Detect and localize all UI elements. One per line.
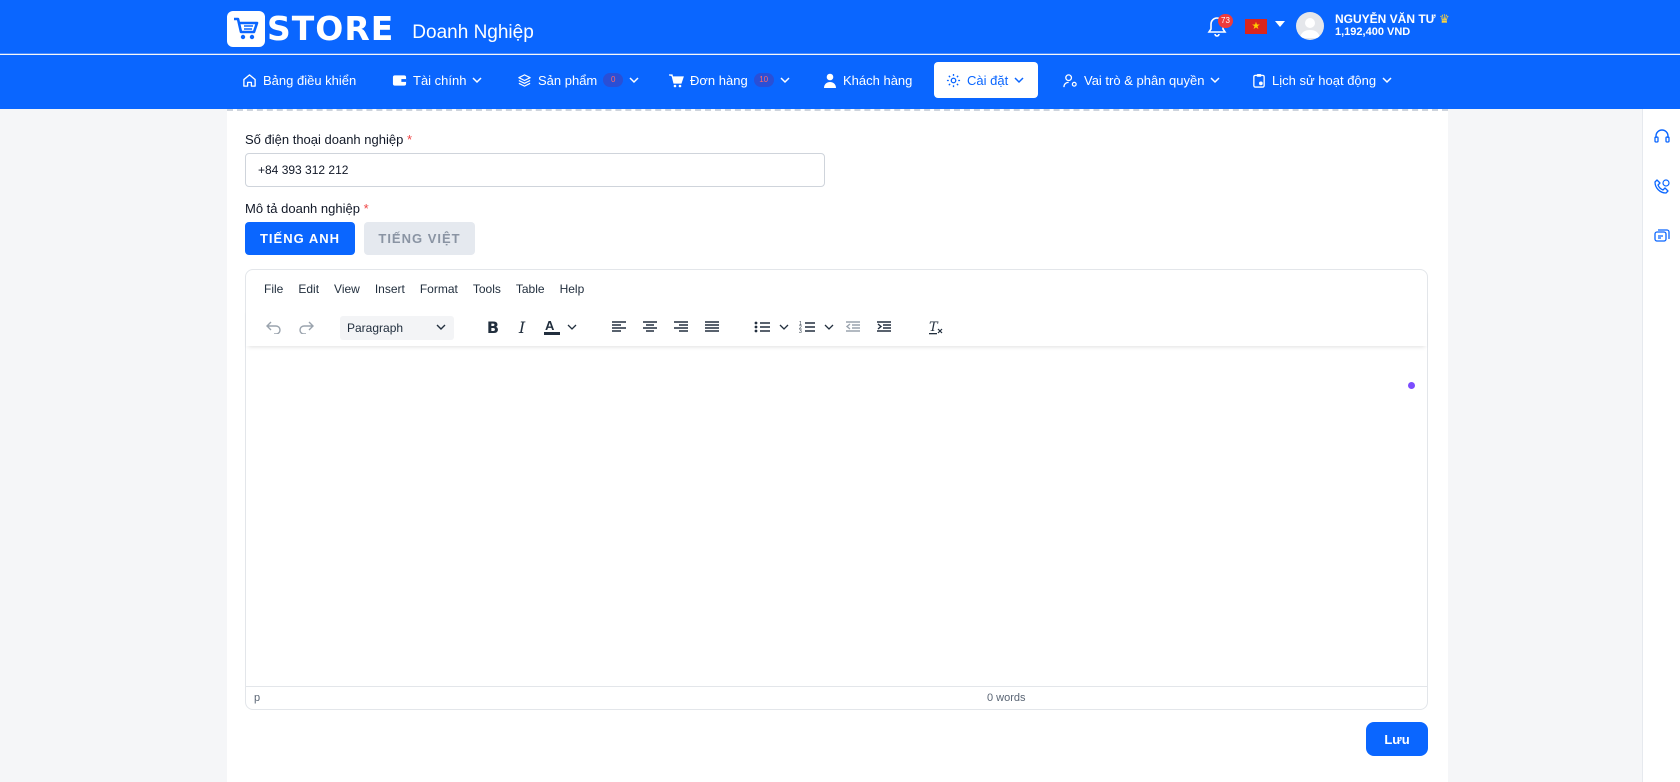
- chevron-down-icon: [1210, 76, 1220, 83]
- wallet-icon: [392, 75, 407, 86]
- svg-text:A: A: [545, 318, 555, 333]
- menu-insert[interactable]: Insert: [375, 282, 405, 296]
- block-format-select[interactable]: Paragraph: [340, 316, 454, 340]
- nav-item-finance[interactable]: Tài chính: [380, 62, 494, 98]
- rich-text-editor: File Edit View Insert Format Tools Table…: [245, 269, 1428, 710]
- user-name-text: NGUYỄN VĂN TƯ: [1335, 12, 1436, 26]
- description-label-text: Mô tả doanh nghiệp: [245, 201, 360, 216]
- nav-item-products[interactable]: Sản phẩm 0: [505, 62, 651, 98]
- nav-label: Cài đặt: [967, 72, 1009, 88]
- chevron-down-icon: [629, 76, 639, 83]
- chevron-down-icon: [472, 76, 483, 83]
- products-count-badge: 0: [603, 73, 624, 87]
- account-balance: 1,192,400 VND: [1335, 26, 1411, 38]
- editor-menubar: File Edit View Insert Format Tools Table…: [246, 270, 1427, 308]
- element-path[interactable]: p: [254, 692, 260, 704]
- chevron-down-icon: [1382, 76, 1392, 83]
- text-color-icon[interactable]: A: [542, 315, 582, 339]
- clear-formatting-icon[interactable]: T: [926, 315, 946, 339]
- bullet-list-icon[interactable]: [754, 315, 792, 339]
- align-left-icon[interactable]: [609, 315, 629, 339]
- phone-call-icon[interactable]: [1653, 178, 1671, 196]
- align-justify-icon[interactable]: [702, 315, 722, 339]
- notification-badge: 73: [1218, 14, 1233, 28]
- vietnam-flag-icon[interactable]: ★: [1245, 19, 1267, 34]
- logo-text: STORE: [267, 9, 395, 48]
- nav-label: Bảng điều khiển: [263, 72, 357, 88]
- nav-label: Khách hàng: [843, 72, 913, 88]
- orders-count-badge: 10: [753, 73, 774, 87]
- italic-icon[interactable]: I: [512, 315, 532, 339]
- svg-text:3: 3: [799, 329, 802, 334]
- avatar[interactable]: [1296, 12, 1324, 40]
- nav-label: Tài chính: [413, 72, 467, 88]
- tab-vietnamese[interactable]: TIẾNG VIỆT: [364, 222, 475, 255]
- align-center-icon[interactable]: [640, 315, 660, 339]
- phone-input[interactable]: [245, 153, 825, 187]
- language-caret-icon[interactable]: [1275, 21, 1285, 27]
- nav-item-dashboard[interactable]: Bảng điều khiển: [230, 62, 368, 98]
- menu-help[interactable]: Help: [560, 282, 585, 296]
- menu-file[interactable]: File: [264, 282, 283, 296]
- chevron-down-icon: [1014, 76, 1024, 83]
- portal-subtitle: Doanh Nghiệp: [412, 21, 534, 43]
- phone-label: Số điện thoại doanh nghiệp *: [245, 132, 412, 147]
- user-name[interactable]: NGUYỄN VĂN TƯ ♛: [1335, 12, 1450, 26]
- nav-item-activity-log[interactable]: Lịch sử hoạt động: [1240, 62, 1404, 98]
- bold-icon[interactable]: B: [481, 315, 505, 339]
- save-button[interactable]: Lưu: [1366, 722, 1428, 756]
- redo-icon[interactable]: [294, 315, 318, 339]
- required-mark: *: [406, 132, 412, 147]
- menu-tools[interactable]: Tools: [473, 282, 501, 296]
- clipboard-icon: [1253, 73, 1265, 88]
- chevron-down-icon: [436, 324, 446, 330]
- required-mark: *: [363, 201, 369, 216]
- align-right-icon[interactable]: [671, 315, 691, 339]
- word-count[interactable]: 0 words: [987, 692, 1026, 704]
- numbered-list-icon[interactable]: 123: [799, 315, 837, 339]
- top-header: STORE Doanh Nghiệp 73 ★ NGUYỄN VĂN TƯ ♛ …: [0, 0, 1680, 54]
- assistant-indicator-dot: [1408, 382, 1415, 389]
- support-rail: [1642, 109, 1680, 782]
- nav-item-orders[interactable]: Đơn hàng 10: [656, 62, 802, 98]
- nav-label: Lịch sử hoạt động: [1272, 72, 1377, 88]
- home-icon: [243, 73, 256, 87]
- settings-form: Số điện thoại doanh nghiệp * Mô tả doanh…: [227, 109, 1448, 782]
- editor-statusbar: p 0 words: [246, 686, 1427, 709]
- menu-format[interactable]: Format: [420, 282, 458, 296]
- menu-view[interactable]: View: [334, 282, 360, 296]
- gear-icon: [946, 73, 961, 87]
- user-icon: [824, 73, 836, 88]
- flag-star: ★: [1251, 20, 1261, 32]
- headset-icon[interactable]: [1653, 128, 1671, 146]
- outdent-icon[interactable]: [843, 315, 863, 339]
- store-logo[interactable]: STORE Doanh Nghiệp: [227, 9, 534, 48]
- block-format-value: Paragraph: [347, 321, 404, 335]
- nav-item-roles[interactable]: Vai trò & phân quyền: [1051, 62, 1232, 98]
- menu-table[interactable]: Table: [516, 282, 545, 296]
- user-role-icon: [1063, 73, 1077, 87]
- nav-label: Vai trò & phân quyền: [1084, 72, 1205, 88]
- main-nav: Bảng điều khiển Tài chính Sản phẩm 0 Đơn…: [0, 55, 1680, 109]
- svg-text:T: T: [929, 320, 939, 335]
- description-label: Mô tả doanh nghiệp *: [245, 201, 369, 216]
- cart-logo-icon: [227, 10, 265, 47]
- tab-english[interactable]: TIẾNG ANH: [245, 222, 355, 255]
- editor-toolbar: Paragraph B I A 123 T: [246, 308, 1427, 346]
- cart-icon: [669, 73, 684, 87]
- nav-label: Sản phẩm: [538, 72, 598, 88]
- layers-icon: [518, 73, 531, 87]
- phone-label-text: Số điện thoại doanh nghiệp: [245, 132, 404, 147]
- indent-icon[interactable]: [874, 315, 894, 339]
- nav-item-settings[interactable]: Cài đặt: [934, 62, 1038, 98]
- chat-icon[interactable]: [1653, 228, 1671, 246]
- nav-label: Đơn hàng: [690, 72, 748, 88]
- chevron-down-icon: [780, 76, 790, 83]
- nav-item-customers[interactable]: Khách hàng: [811, 62, 924, 98]
- crown-icon: ♛: [1438, 12, 1450, 26]
- menu-edit[interactable]: Edit: [298, 282, 319, 296]
- undo-icon[interactable]: [262, 315, 286, 339]
- editor-content-area[interactable]: [246, 348, 1427, 685]
